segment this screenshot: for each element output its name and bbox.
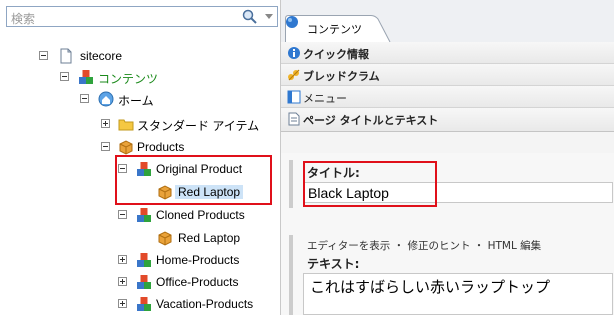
content-cubes-icon xyxy=(137,253,151,267)
editor-links[interactable]: エディターを表示 ・ 修正のヒント ・ HTML 編集 xyxy=(307,238,541,253)
collapse-icon[interactable] xyxy=(39,51,48,60)
expand-icon[interactable] xyxy=(118,299,127,308)
home-icon xyxy=(98,91,114,107)
field-marker xyxy=(289,235,293,315)
search-input[interactable]: 検索 xyxy=(11,10,35,27)
tree-node-home[interactable]: ホーム xyxy=(0,90,200,110)
tree-label: Red Laptop xyxy=(178,231,241,245)
content-cubes-icon xyxy=(286,16,298,28)
tree-label: Home-Products xyxy=(156,253,240,267)
tab-label: コンテンツ xyxy=(307,23,362,36)
tab-content[interactable]: コンテンツ xyxy=(285,15,391,42)
tree-node-cloned-products[interactable]: Cloned Products xyxy=(0,206,270,226)
tree-node-content[interactable]: コンテンツ xyxy=(0,68,200,88)
tree-node-office-products[interactable]: Office-Products xyxy=(0,273,270,293)
text-field-label: テキスト: xyxy=(307,257,360,271)
expand-icon[interactable] xyxy=(101,119,110,128)
collapse-icon[interactable] xyxy=(118,210,127,219)
product-box-icon xyxy=(158,231,172,246)
chevron-down-icon[interactable] xyxy=(265,14,273,19)
tree-label: Office-Products xyxy=(156,275,239,289)
document-icon xyxy=(60,48,72,64)
text-field-value[interactable]: これはすばらしい赤いラップトップ xyxy=(310,276,550,297)
section-label: クイック情報 xyxy=(303,48,369,61)
tree-node-sitecore[interactable]: sitecore xyxy=(0,47,200,67)
section-quick-info[interactable]: クイック情報 xyxy=(281,42,614,64)
expand-icon[interactable] xyxy=(118,255,127,264)
content-cubes-icon xyxy=(137,208,151,222)
section-page-title-text[interactable]: ページ タイトルとテキスト xyxy=(281,108,614,132)
page-icon xyxy=(288,112,300,126)
collapse-icon[interactable] xyxy=(101,142,110,151)
tree-label: スタンダード アイテム xyxy=(137,119,260,133)
menu-icon xyxy=(287,90,301,104)
tree-label: コンテンツ xyxy=(98,72,159,86)
tree-label: Cloned Products xyxy=(156,208,245,222)
tree-label: Vacation-Products xyxy=(156,297,254,311)
info-icon xyxy=(288,47,300,59)
content-cubes-icon xyxy=(79,70,93,84)
tree-node-standard-items[interactable]: スタンダード アイテム xyxy=(0,115,281,135)
text-field[interactable]: これはすばらしい赤いラップトップ xyxy=(303,273,613,315)
tree-label: sitecore xyxy=(80,49,123,63)
content-editor-panel: コンテンツ クイック情報 ブレッドクラム メニュー ページ タイトルとテキスト … xyxy=(281,0,614,315)
section-label: ブレッドクラム xyxy=(303,70,380,83)
section-label: メニュー xyxy=(303,92,347,105)
search-icon[interactable] xyxy=(242,9,257,24)
section-menu[interactable]: メニュー xyxy=(281,86,614,108)
tab-bar: コンテンツ xyxy=(281,0,614,42)
tree-label: Products xyxy=(137,140,185,154)
highlight-box-tree xyxy=(115,155,272,205)
tree-node-home-products[interactable]: Home-Products xyxy=(0,251,270,271)
tree-label: ホーム xyxy=(118,94,154,108)
content-cubes-icon xyxy=(137,275,151,289)
expand-icon[interactable] xyxy=(118,277,127,286)
breadcrumb-icon xyxy=(288,69,300,81)
section-label: ページ タイトルとテキスト xyxy=(303,114,439,127)
collapse-icon[interactable] xyxy=(60,72,69,81)
tree-node-vacation-products[interactable]: Vacation-Products xyxy=(0,295,270,315)
highlight-box-title xyxy=(303,161,437,207)
folder-icon xyxy=(118,119,134,131)
section-breadcrumb[interactable]: ブレッドクラム xyxy=(281,64,614,86)
search-box[interactable]: 検索 xyxy=(6,6,278,27)
collapse-icon[interactable] xyxy=(80,94,89,103)
field-marker xyxy=(289,160,293,208)
content-tree-panel: 検索 sitecore コンテンツ ホーム スタンダード アイテム Produc… xyxy=(0,0,281,315)
tree-node-red-laptop-clone[interactable]: Red Laptop xyxy=(0,229,270,249)
product-box-icon xyxy=(119,140,133,155)
content-cubes-icon xyxy=(137,297,151,311)
